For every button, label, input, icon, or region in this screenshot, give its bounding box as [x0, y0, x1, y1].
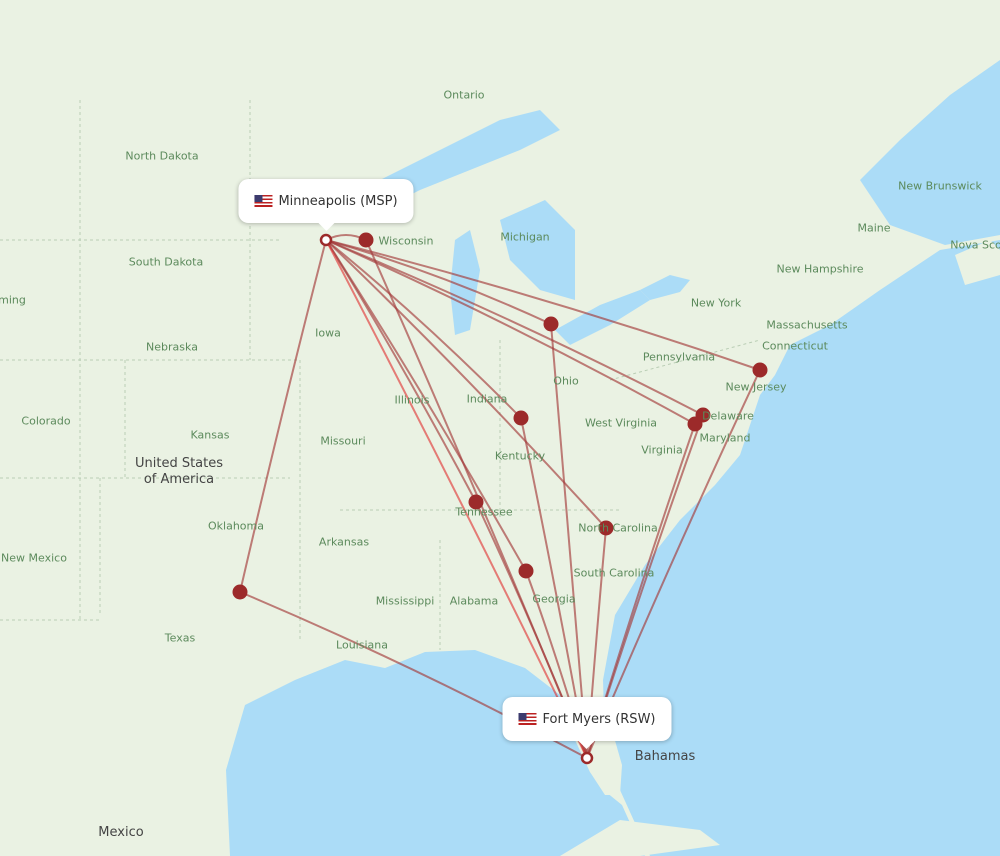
label-massachusetts: Massachusetts — [766, 318, 848, 332]
label-missouri: Missouri — [320, 434, 366, 448]
route-map[interactable] — [0, 0, 1000, 856]
label-oklahoma: Oklahoma — [208, 519, 264, 533]
label-south-carolina: South Carolina — [573, 566, 655, 580]
origin-callout[interactable]: Minneapolis (MSP) — [238, 179, 414, 231]
label-louisiana: Louisiana — [336, 638, 388, 652]
stopover-airport-marker[interactable] — [358, 232, 374, 248]
label-mississippi: Mississippi — [375, 594, 435, 608]
label-north-carolina: North Carolina — [578, 521, 658, 535]
stopover-airport-marker[interactable] — [752, 362, 768, 378]
label-illinois: Illinois — [394, 393, 430, 407]
label-ontario: Ontario — [443, 88, 485, 102]
destination-callout[interactable]: Fort Myers (RSW) — [502, 697, 672, 749]
stopover-airport-marker[interactable] — [513, 410, 529, 426]
destination-airport-marker[interactable] — [580, 751, 594, 765]
label-kentucky: Kentucky — [494, 449, 546, 463]
label-georgia: Georgia — [532, 592, 576, 606]
origin-label: Minneapolis (MSP) — [278, 193, 398, 209]
label-kansas: Kansas — [190, 428, 230, 442]
us-flag-icon — [254, 195, 273, 207]
stopover-airport-marker[interactable] — [687, 416, 703, 432]
label-iowa: Iowa — [315, 326, 341, 340]
label-connecticut: Connecticut — [762, 339, 828, 353]
label-indiana: Indiana — [466, 392, 508, 406]
label-new-brunswick: New Brunswick — [898, 179, 982, 193]
label-mexico: Mexico — [98, 825, 144, 840]
stopover-airport-marker[interactable] — [543, 316, 559, 332]
label-texas: Texas — [164, 631, 196, 645]
label-ohio: Ohio — [553, 374, 579, 388]
label-maryland: Maryland — [699, 431, 751, 445]
label-delaware: Delaware — [702, 409, 754, 423]
label-michigan: Michigan — [500, 230, 550, 244]
stopover-airport-marker[interactable] — [518, 563, 534, 579]
label-wisconsin: Wisconsin — [378, 234, 434, 248]
label-new-york: New York — [690, 296, 742, 310]
us-flag-icon — [518, 713, 537, 725]
origin-airport-marker[interactable] — [319, 233, 333, 247]
label-alabama: Alabama — [449, 594, 499, 608]
destination-label: Fort Myers (RSW) — [542, 711, 656, 727]
label-new-jersey: New Jersey — [725, 380, 787, 394]
label-wyoming: ming — [0, 293, 26, 307]
label-bahamas: Bahamas — [634, 749, 696, 764]
label-south-dakota: South Dakota — [128, 255, 204, 269]
label-pennsylvania: Pennsylvania — [642, 350, 716, 364]
label-usa: United States of America — [134, 456, 224, 487]
label-maine: Maine — [857, 221, 891, 235]
label-tennessee: Tennessee — [455, 505, 513, 519]
label-arkansas: Arkansas — [318, 535, 370, 549]
label-new-hampshire: New Hampshire — [776, 262, 864, 276]
stopover-airport-marker[interactable] — [232, 584, 248, 600]
label-nebraska: Nebraska — [146, 340, 198, 354]
label-colorado: Colorado — [21, 414, 71, 428]
label-west-virginia: West Virginia — [584, 416, 658, 430]
label-virginia: Virginia — [641, 443, 683, 457]
label-new-mexico: New Mexico — [1, 551, 67, 565]
label-north-dakota: North Dakota — [125, 149, 199, 163]
label-nova-scotia: Nova Sco — [950, 238, 1000, 252]
